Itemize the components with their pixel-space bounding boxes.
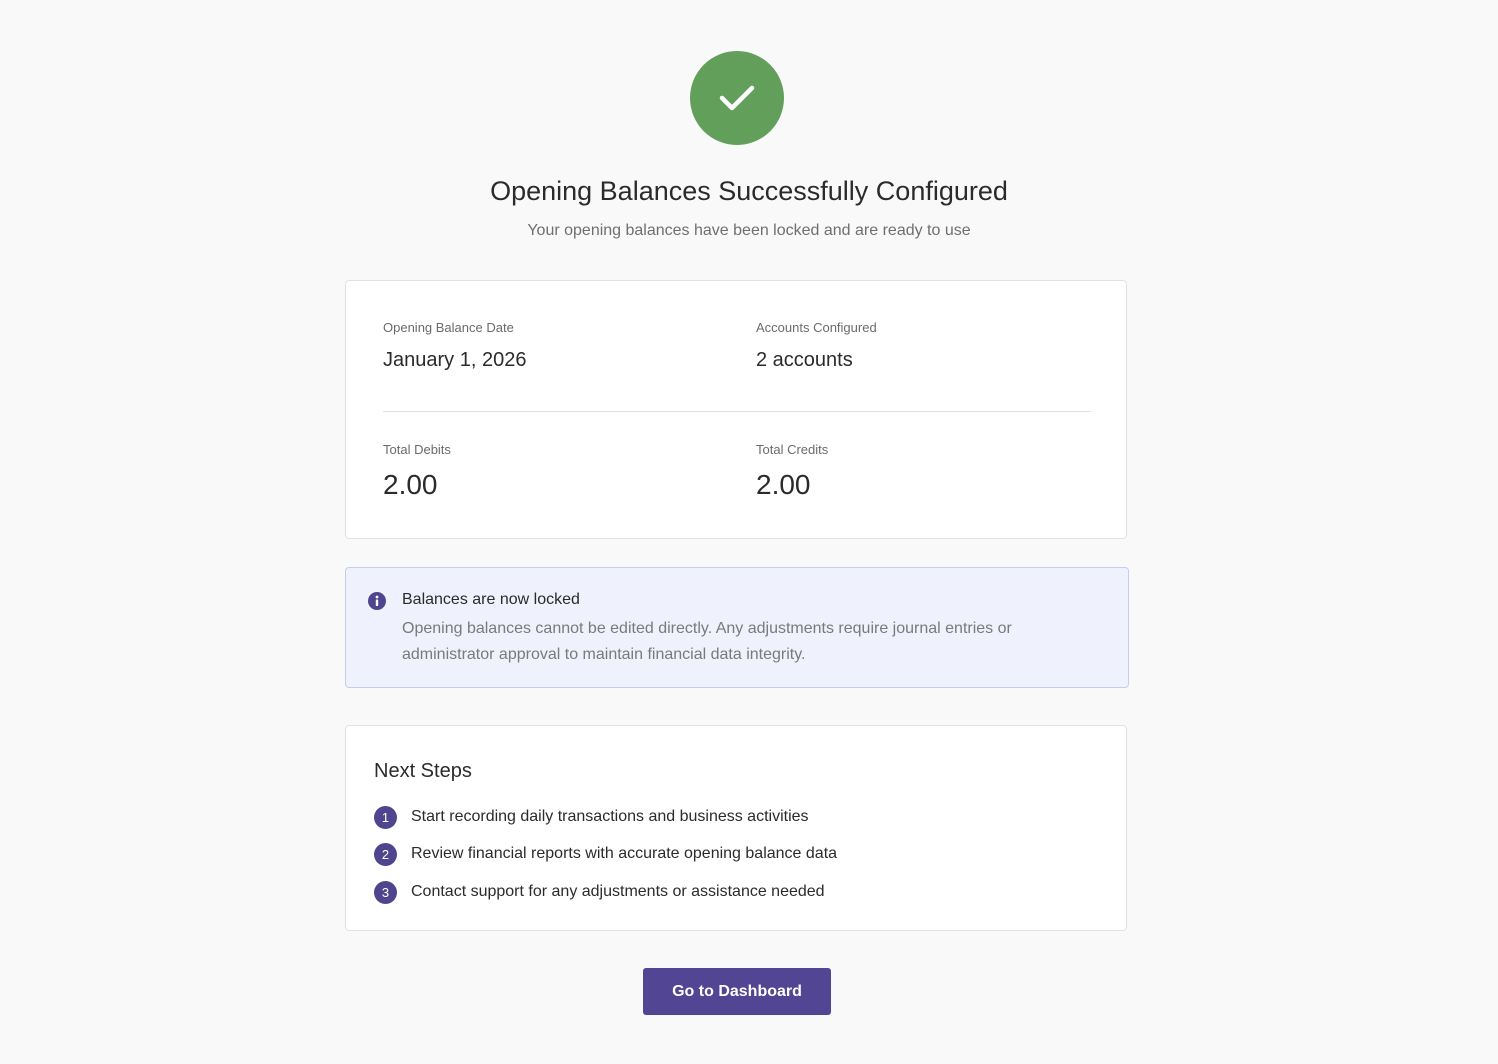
locked-notice: Balances are now locked Opening balances… bbox=[345, 567, 1129, 688]
page-title: Opening Balances Successfully Configured bbox=[490, 176, 1008, 206]
step-number-badge: 2 bbox=[374, 842, 397, 866]
go-to-dashboard-button[interactable]: Go to Dashboard bbox=[643, 968, 831, 1015]
info-icon bbox=[368, 592, 386, 610]
success-checkmark-icon bbox=[690, 51, 784, 145]
accounts-configured-value: 2 accounts bbox=[756, 349, 853, 371]
total-debits-label: Total Debits bbox=[383, 442, 451, 457]
accounts-configured-label: Accounts Configured bbox=[756, 320, 877, 335]
step-text: Contact support for any adjustments or a… bbox=[411, 883, 825, 900]
total-debits-stat: Total Debits 2.00 bbox=[383, 441, 451, 502]
list-item: 3 Contact support for any adjustments or… bbox=[374, 880, 825, 904]
checkmark-icon bbox=[719, 85, 755, 111]
total-credits-label: Total Credits bbox=[756, 442, 829, 457]
next-steps-title: Next Steps bbox=[374, 760, 472, 782]
list-item: 2 Review financial reports with accurate… bbox=[374, 842, 837, 866]
opening-date-label: Opening Balance Date bbox=[383, 320, 514, 335]
total-debits-value: 2.00 bbox=[383, 469, 438, 500]
opening-date-value: January 1, 2026 bbox=[383, 349, 527, 371]
next-steps-card: Next Steps 1 Start recording daily trans… bbox=[345, 725, 1127, 931]
opening-date-stat: Opening Balance Date January 1, 2026 bbox=[383, 319, 526, 374]
accounts-configured-stat: Accounts Configured 2 accounts bbox=[756, 319, 877, 374]
step-number-badge: 3 bbox=[374, 880, 397, 904]
list-item: 1 Start recording daily transactions and… bbox=[374, 805, 809, 829]
summary-card: Opening Balance Date January 1, 2026 Acc… bbox=[345, 280, 1127, 539]
total-credits-stat: Total Credits 2.00 bbox=[756, 441, 828, 502]
step-number-badge: 1 bbox=[374, 805, 397, 829]
step-text: Start recording daily transactions and b… bbox=[411, 808, 809, 825]
total-credits-value: 2.00 bbox=[756, 469, 811, 500]
summary-divider bbox=[383, 411, 1091, 412]
notice-title: Balances are now locked bbox=[402, 591, 580, 608]
step-text: Review financial reports with accurate o… bbox=[411, 845, 838, 862]
page: Opening Balances Successfully Configured… bbox=[0, 0, 1498, 1064]
page-subtitle: Your opening balances have been locked a… bbox=[527, 222, 971, 239]
notice-text: Opening balances cannot be edited direct… bbox=[402, 620, 1012, 663]
